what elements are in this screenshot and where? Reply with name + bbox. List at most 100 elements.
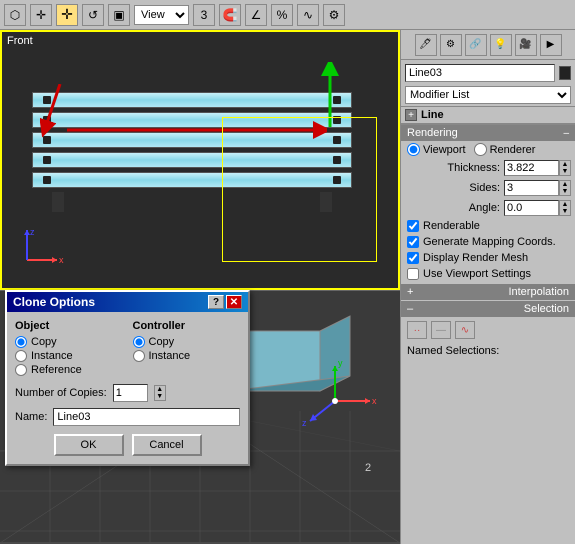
ctrl-copy-radio[interactable] bbox=[133, 336, 145, 348]
thickness-spinner[interactable]: ▲ ▼ bbox=[559, 160, 571, 176]
angle-up[interactable]: ▲ bbox=[560, 201, 570, 208]
dialog-close-btn[interactable]: ✕ bbox=[226, 295, 242, 309]
named-selections-row: Named Selections: bbox=[401, 343, 575, 359]
gen-mapping-checkbox[interactable] bbox=[407, 236, 419, 248]
panel-icon-1[interactable]: 🖊 bbox=[415, 34, 437, 56]
reference-label: Reference bbox=[31, 364, 82, 376]
display-render-row: Display Render Mesh bbox=[401, 250, 575, 266]
dialog-help-btn[interactable]: ? bbox=[208, 295, 224, 309]
toolbar-icon-wave[interactable]: ∿ bbox=[297, 4, 319, 26]
viewport-front[interactable]: Front bbox=[0, 30, 400, 290]
thickness-label: Thickness: bbox=[405, 162, 504, 174]
viewport-radio[interactable] bbox=[407, 143, 420, 156]
angle-input[interactable] bbox=[504, 200, 559, 216]
main-area: Front bbox=[0, 30, 575, 544]
thickness-up[interactable]: ▲ bbox=[560, 161, 570, 168]
angle-down[interactable]: ▼ bbox=[560, 208, 570, 215]
svg-text:y: y bbox=[338, 358, 343, 368]
clone-options-dialog: Clone Options ? ✕ Object Copy Instance bbox=[5, 290, 250, 466]
renderable-row: Renderable bbox=[401, 218, 575, 234]
vertex-icon[interactable]: ·· bbox=[407, 321, 427, 339]
renderable-checkbox[interactable] bbox=[407, 220, 419, 232]
panel-icon-5[interactable]: 🎥 bbox=[515, 34, 537, 56]
dialog-options-row: Object Copy Instance Reference Controlle… bbox=[15, 320, 240, 378]
toolbar-icon-angle[interactable]: ∠ bbox=[245, 4, 267, 26]
ctrl-instance-radio[interactable] bbox=[133, 350, 145, 362]
viewport-front-label: Front bbox=[7, 35, 33, 47]
dialog-name-row: Name: bbox=[15, 408, 240, 426]
toolbar-icon-snap[interactable]: 🧲 bbox=[219, 4, 241, 26]
angle-row: Angle: ▲ ▼ bbox=[401, 198, 575, 218]
sides-row: Sides: ▲ ▼ bbox=[401, 178, 575, 198]
selection-header[interactable]: – Selection bbox=[401, 301, 575, 317]
cancel-button[interactable]: Cancel bbox=[132, 434, 202, 456]
panel-icon-2[interactable]: ⚙ bbox=[440, 34, 462, 56]
toolbar-icon-3[interactable]: 3 bbox=[193, 4, 215, 26]
toolbar-icon-cross[interactable]: ✛ bbox=[30, 4, 52, 26]
display-render-checkbox[interactable] bbox=[407, 252, 419, 264]
toolbar-icon-move[interactable]: ✛ bbox=[56, 4, 78, 26]
front-axis-indicator: x z bbox=[17, 225, 67, 273]
line-expand-icon[interactable]: + bbox=[405, 109, 417, 121]
panel-icon-4[interactable]: 💡 bbox=[490, 34, 512, 56]
modifier-list-dropdown[interactable]: Modifier List bbox=[405, 86, 571, 104]
ok-button[interactable]: OK bbox=[54, 434, 124, 456]
renderer-radio-label[interactable]: Renderer bbox=[474, 143, 536, 156]
instance-radio[interactable] bbox=[15, 350, 27, 362]
toolbar-icon-misc[interactable]: ⚙ bbox=[323, 4, 345, 26]
ctrl-copy-radio-label[interactable]: Copy bbox=[133, 336, 241, 348]
spline-icon[interactable]: ∿ bbox=[455, 321, 475, 339]
named-selections-label: Named Selections: bbox=[407, 345, 499, 357]
interpolation-header[interactable]: + Interpolation bbox=[401, 284, 575, 300]
object-color-swatch[interactable] bbox=[559, 66, 571, 80]
instance-radio-label[interactable]: Instance bbox=[15, 350, 123, 362]
line-section-header[interactable]: + Line bbox=[401, 106, 575, 124]
copies-label: Number of Copies: bbox=[15, 387, 107, 399]
use-viewport-checkbox[interactable] bbox=[407, 268, 419, 280]
copy-radio-label[interactable]: Copy bbox=[15, 336, 123, 348]
copies-input[interactable] bbox=[113, 384, 148, 402]
segment-icon[interactable]: — bbox=[431, 321, 451, 339]
toolbar-icon-percent[interactable]: % bbox=[271, 4, 293, 26]
controller-group-label: Controller bbox=[133, 320, 241, 332]
svg-text:x: x bbox=[372, 396, 377, 406]
view-dropdown[interactable]: View bbox=[134, 5, 189, 25]
svg-text:x: x bbox=[59, 255, 64, 265]
copies-down[interactable]: ▼ bbox=[155, 393, 165, 400]
rendering-toggle: – bbox=[563, 128, 569, 139]
reference-radio-label[interactable]: Reference bbox=[15, 364, 123, 376]
copies-up[interactable]: ▲ bbox=[155, 386, 165, 393]
interpolation-toggle: + bbox=[407, 286, 413, 298]
copies-spinner[interactable]: ▲ ▼ bbox=[154, 385, 166, 401]
gen-mapping-label: Generate Mapping Coords. bbox=[423, 236, 556, 248]
copy-label: Copy bbox=[31, 336, 57, 348]
toolbar-icon-rotate[interactable]: ↺ bbox=[82, 4, 104, 26]
sides-input[interactable] bbox=[504, 180, 559, 196]
toolbar-icon-hex[interactable]: ⬡ bbox=[4, 4, 26, 26]
top-toolbar: ⬡ ✛ ✛ ↺ ▣ View 3 🧲 ∠ % ∿ ⚙ bbox=[0, 0, 575, 30]
viewport-renderer-radio-row: Viewport Renderer bbox=[401, 141, 575, 158]
rendering-header[interactable]: Rendering – bbox=[401, 125, 575, 141]
dialog-title: Clone Options bbox=[13, 295, 95, 309]
object-name-input[interactable] bbox=[405, 64, 555, 82]
toolbar-icon-scale[interactable]: ▣ bbox=[108, 4, 130, 26]
panel-icon-6[interactable]: ▶ bbox=[540, 34, 562, 56]
thickness-input[interactable] bbox=[504, 160, 559, 176]
renderer-radio[interactable] bbox=[474, 143, 487, 156]
angle-spinner[interactable]: ▲ ▼ bbox=[559, 200, 571, 216]
sides-up[interactable]: ▲ bbox=[560, 181, 570, 188]
reference-radio[interactable] bbox=[15, 364, 27, 376]
svg-text:z: z bbox=[302, 418, 307, 428]
viewport-radio-label[interactable]: Viewport bbox=[407, 143, 466, 156]
ctrl-instance-radio-label[interactable]: Instance bbox=[133, 350, 241, 362]
right-panel-icons: 🖊 ⚙ 🔗 💡 🎥 ▶ bbox=[401, 30, 575, 60]
dialog-name-input[interactable] bbox=[53, 408, 240, 426]
thickness-down[interactable]: ▼ bbox=[560, 168, 570, 175]
renderable-label: Renderable bbox=[423, 220, 480, 232]
panel-icon-3[interactable]: 🔗 bbox=[465, 34, 487, 56]
angle-label: Angle: bbox=[405, 202, 504, 214]
sides-spinner[interactable]: ▲ ▼ bbox=[559, 180, 571, 196]
copy-radio[interactable] bbox=[15, 336, 27, 348]
sides-down[interactable]: ▼ bbox=[560, 188, 570, 195]
selection-toggle: – bbox=[407, 303, 413, 315]
